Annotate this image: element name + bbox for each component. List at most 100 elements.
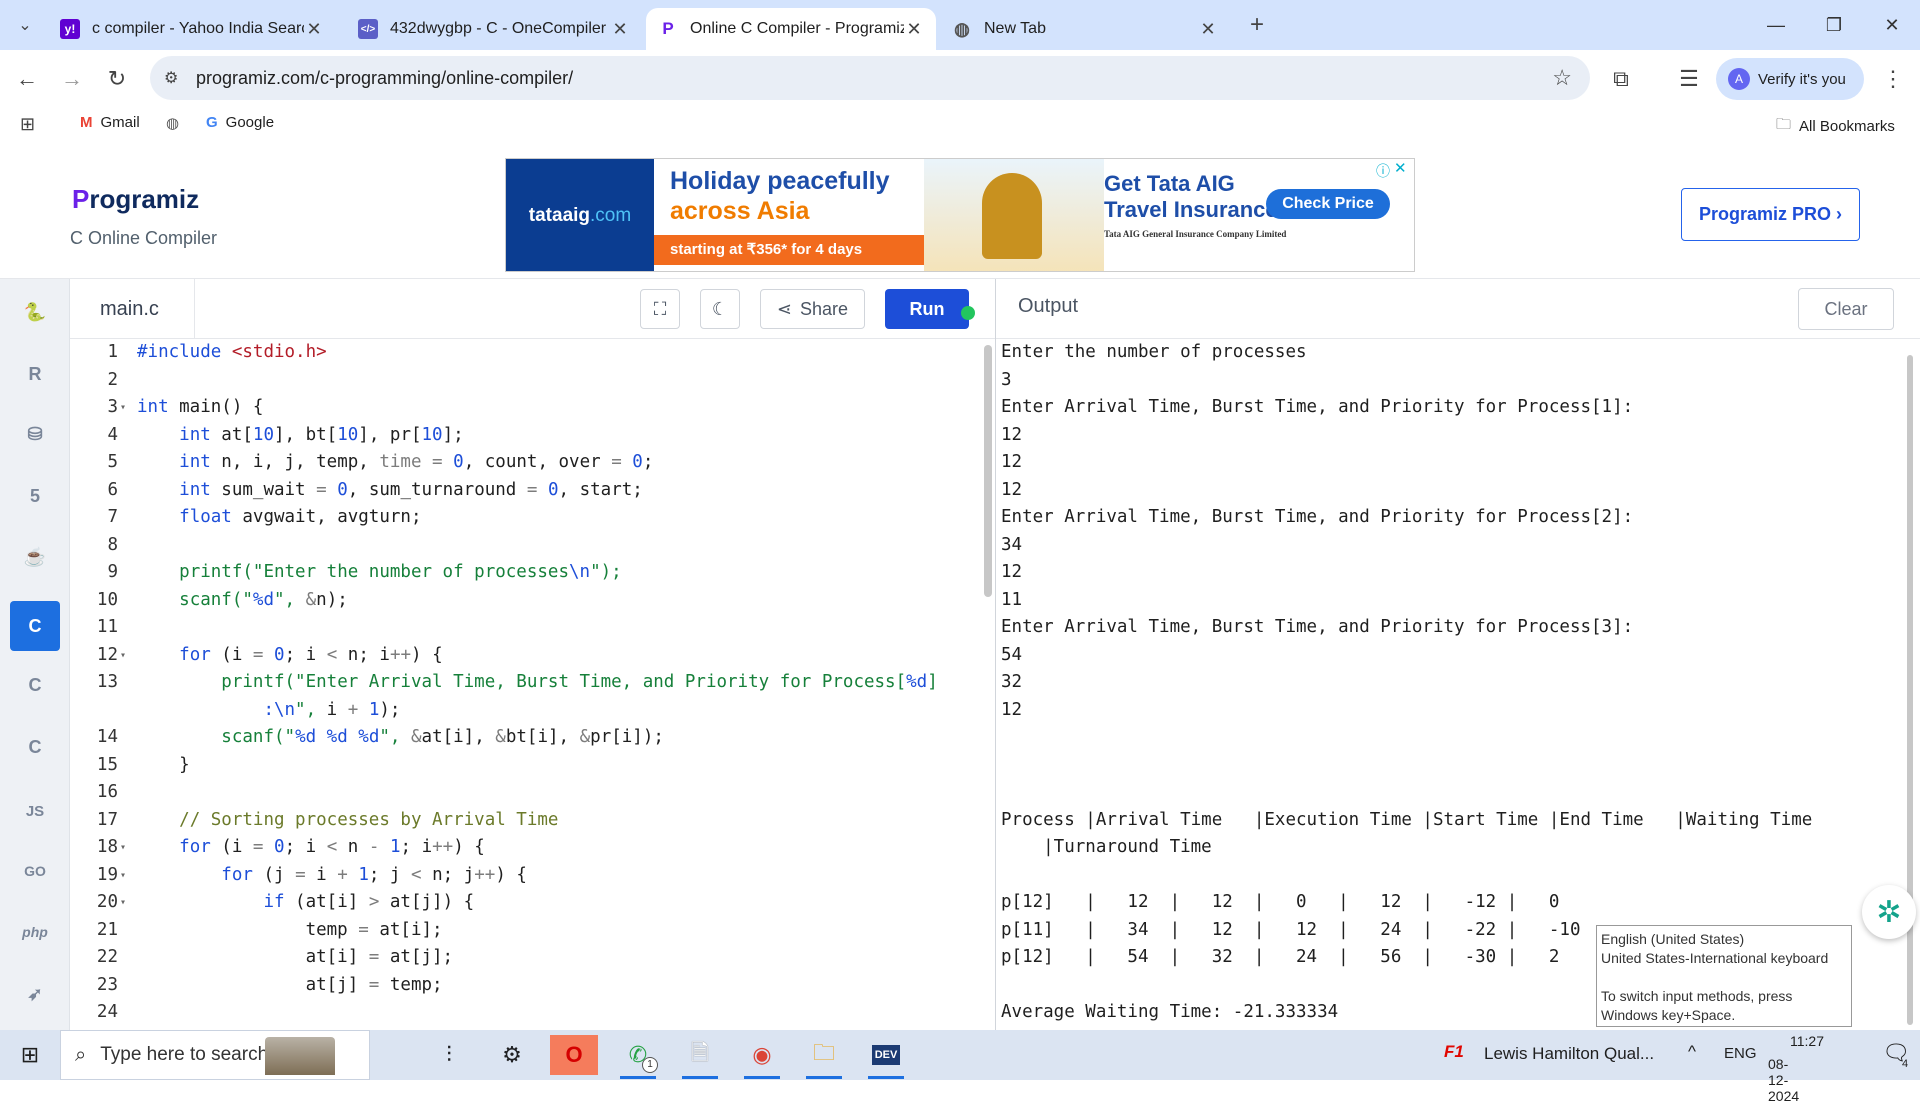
code-line[interactable]: 18 ▾ for (i = 0; i < n - 1; i++) { (70, 834, 995, 862)
bookmark-globe[interactable]: ◍ (166, 114, 179, 132)
code-editor[interactable]: 1 #include <stdio.h> 2 3 ▾ int main() {4 int … (70, 339, 995, 1030)
html5-icon[interactable]: 5 (10, 471, 60, 521)
code-line[interactable]: 13 printf("Enter Arrival Time, Burst Tim… (70, 669, 995, 697)
media-controls-icon[interactable]: ☰ (1672, 62, 1706, 96)
fullscreen-button[interactable]: ⛶ (640, 289, 680, 329)
tray-chevron-icon[interactable]: ^ (1688, 1042, 1696, 1062)
forward-icon[interactable]: → (55, 62, 89, 96)
csharp-icon[interactable]: C (10, 722, 60, 772)
dark-mode-button[interactable]: ☾ (700, 289, 740, 329)
editor-scrollbar[interactable] (984, 345, 992, 597)
programiz-pro-button[interactable]: Programiz PRO › (1681, 188, 1860, 241)
clock-date[interactable]: 08-12-2024 (1768, 1056, 1799, 1104)
menu-kebab-icon[interactable]: ⋮ (1876, 62, 1910, 96)
all-bookmarks[interactable]: 🗀 All Bookmarks (1776, 114, 1895, 139)
code-line[interactable]: 4 int at[10], bt[10], pr[10]; (70, 422, 995, 450)
restore-icon[interactable]: ❐ (1806, 0, 1862, 50)
opera-icon[interactable]: O (550, 1035, 598, 1075)
code-line[interactable]: 5 int n, i, j, temp, time = 0, count, ov… (70, 449, 995, 477)
file-explorer-icon[interactable]: 🗀 (800, 1035, 848, 1079)
browser-tab-programiz[interactable]: P Online C Compiler - Programiz ✕ (646, 8, 936, 50)
code-line[interactable]: 16 (70, 779, 995, 807)
code-line[interactable]: 15 } (70, 752, 995, 780)
browser-tab-onecompiler[interactable]: </> 432dwygbp - C - OneCompiler ✕ (346, 8, 642, 50)
code-line[interactable]: 20 ▾ if (at[i] > at[j]) { (70, 889, 995, 917)
bookmark-star-icon[interactable]: ☆ (1552, 65, 1572, 91)
cpp-icon[interactable]: C (10, 660, 60, 710)
bookmark-gmail[interactable]: M Gmail (80, 114, 140, 131)
code-line[interactable]: 2 (70, 367, 995, 395)
ad-info-icon[interactable]: ⓘ (1376, 161, 1390, 181)
code-line[interactable]: 7 float avgwait, avgturn; (70, 504, 995, 532)
code-line[interactable]: 9 printf("Enter the number of processes\… (70, 559, 995, 587)
php-icon[interactable]: php (10, 907, 60, 957)
code-line[interactable]: 23 at[j] = temp; (70, 972, 995, 1000)
code-line[interactable]: 11 (70, 614, 995, 642)
language-indicator[interactable]: ENG (1724, 1045, 1757, 1062)
go-icon[interactable]: GO (10, 846, 60, 896)
sql-database-icon[interactable]: ⛁ (10, 409, 60, 459)
address-bar[interactable]: ⚙ programiz.com/c-programming/online-com… (150, 56, 1590, 100)
code-line[interactable]: 12 ▾ for (i = 0; i < n; i++) { (70, 642, 995, 670)
browser-tab-yahoo[interactable]: y! c compiler - Yahoo India Search ✕ (48, 8, 336, 50)
devcpp-icon[interactable]: DEV (862, 1035, 910, 1079)
python-icon[interactable]: 🐍 (10, 287, 60, 337)
code-line[interactable]: 17 // Sorting processes by Arrival Time (70, 807, 995, 835)
close-window-icon[interactable]: ✕ (1864, 0, 1920, 50)
file-icon[interactable]: 🗎 (676, 1035, 724, 1079)
ad-check-price-button[interactable]: Check Price (1266, 189, 1390, 219)
file-tab-main-c[interactable]: main.c (70, 279, 195, 339)
clock-time[interactable]: 11:27 (1790, 1033, 1824, 1049)
minimize-icon[interactable]: — (1748, 0, 1804, 50)
code-line[interactable]: 3 ▾ int main() { (70, 394, 995, 422)
whatsapp-icon[interactable]: ✆ 1 (614, 1035, 662, 1079)
code-line[interactable]: 22 at[i] = at[j]; (70, 944, 995, 972)
site-info-icon[interactable]: ⚙ (164, 68, 178, 88)
code-line[interactable]: 14 scanf("%d %d %d", &at[i], &bt[i], &pr… (70, 724, 995, 752)
task-view-icon[interactable]: ⫶ (425, 1035, 473, 1075)
chrome-icon[interactable]: ◉ (738, 1035, 786, 1079)
programiz-logo[interactable]: Programiz (72, 184, 199, 215)
back-icon[interactable]: ← (10, 62, 44, 96)
close-tab-icon[interactable]: ✕ (904, 19, 924, 40)
windows-start-icon[interactable]: ⊞ (6, 1035, 54, 1075)
code-line[interactable]: 19 ▾ for (j = i + 1; j < n; j++) { (70, 862, 995, 890)
run-button[interactable]: Run (885, 289, 969, 329)
reload-icon[interactable]: ↻ (100, 62, 134, 96)
ad-close-icon[interactable]: ✕ (1394, 159, 1407, 177)
code-line[interactable]: :\n", i + 1); (70, 697, 995, 725)
fold-toggle-icon[interactable]: ▾ (120, 642, 126, 670)
close-tab-icon[interactable]: ✕ (304, 19, 324, 40)
ai-assistant-icon[interactable]: ✲ (1862, 885, 1916, 939)
advertisement-banner[interactable]: tataaig .com Holiday peacefully across As… (505, 158, 1415, 272)
swift-icon[interactable]: ➶ (10, 969, 60, 1019)
extensions-icon[interactable]: ⧉ (1604, 62, 1638, 96)
taskbar-search-box[interactable]: ⌕ Type here to search (60, 1030, 370, 1080)
code-line[interactable]: 1 #include <stdio.h> (70, 339, 995, 367)
tab-search-chevron-icon[interactable]: ⌄ (8, 8, 42, 42)
clear-button[interactable]: Clear (1798, 288, 1894, 330)
javascript-icon[interactable]: JS (10, 786, 60, 836)
java-icon[interactable]: ☕ (10, 532, 60, 582)
code-line[interactable]: 21 temp = at[i]; (70, 917, 995, 945)
fold-toggle-icon[interactable]: ▾ (120, 834, 126, 862)
code-line[interactable]: 8 (70, 532, 995, 560)
fold-toggle-icon[interactable]: ▾ (120, 394, 126, 422)
fold-toggle-icon[interactable]: ▾ (120, 862, 126, 890)
c-language-icon[interactable]: C (10, 601, 60, 651)
close-tab-icon[interactable]: ✕ (610, 19, 630, 40)
profile-verify-button[interactable]: A Verify it's you (1716, 58, 1864, 100)
code-line[interactable]: 24 (70, 999, 995, 1027)
close-tab-icon[interactable]: ✕ (1198, 19, 1218, 40)
share-button[interactable]: ⋖ Share (760, 289, 865, 329)
apps-grid-icon[interactable]: ⊞ (20, 114, 35, 135)
fold-toggle-icon[interactable]: ▾ (120, 889, 126, 917)
browser-tab-newtab[interactable]: ◍ New Tab ✕ (940, 8, 1230, 50)
r-language-icon[interactable]: R (10, 349, 60, 399)
new-tab-plus-icon[interactable]: + (1240, 8, 1274, 42)
bookmark-google[interactable]: G Google (206, 114, 274, 131)
settings-gear-icon[interactable]: ⚙ (488, 1035, 536, 1075)
code-line[interactable]: 10 scanf("%d", &n); (70, 587, 995, 615)
code-line[interactable]: 6 int sum_wait = 0, sum_turnaround = 0, … (70, 477, 995, 505)
news-ticker[interactable]: Lewis Hamilton Qual... (1484, 1044, 1654, 1064)
